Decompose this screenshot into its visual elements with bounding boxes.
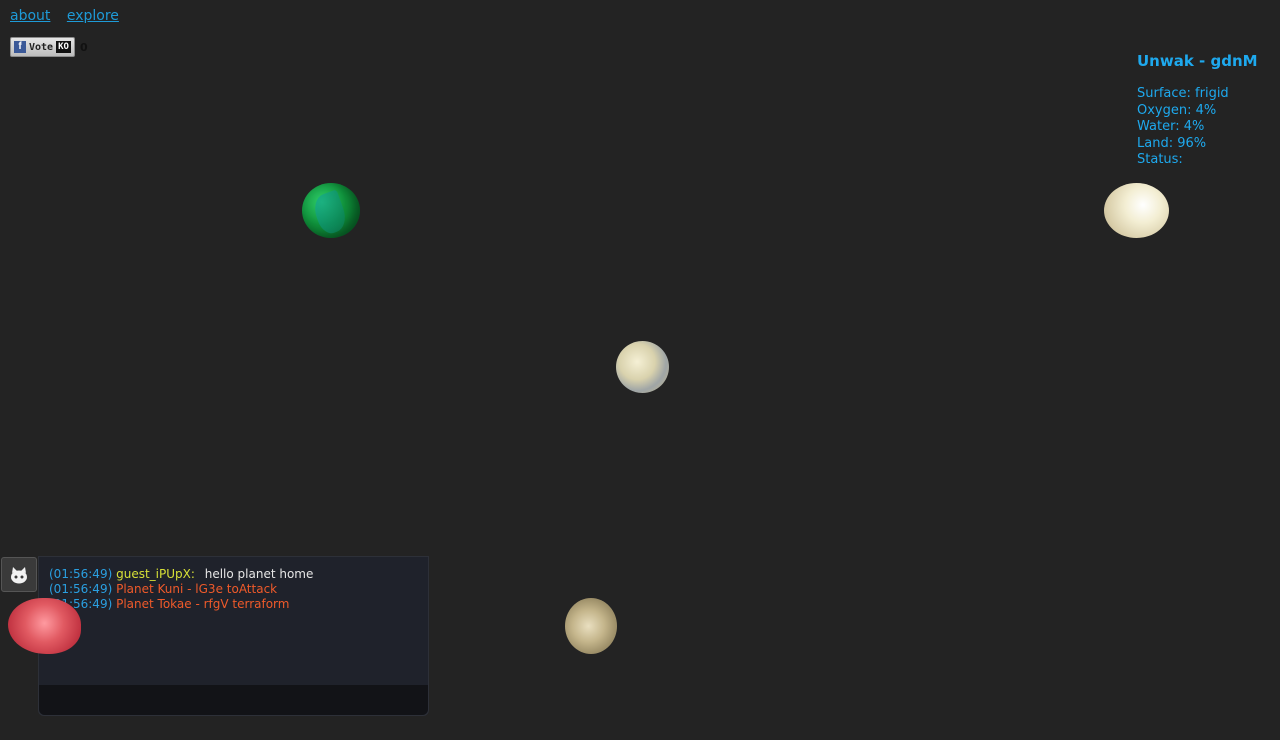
about-link[interactable]: about: [10, 8, 50, 24]
message-text: hello planet home: [204, 567, 314, 581]
message-time: (01:56:49): [49, 567, 113, 581]
planet-green[interactable]: [302, 183, 360, 238]
planet-land: Land: 96%: [1137, 135, 1207, 151]
vote-label: Vote: [29, 41, 54, 53]
planet-oxygen: Oxygen: 4%: [1137, 102, 1217, 118]
planet-red[interactable]: [8, 598, 81, 654]
planet-water: Water: 4%: [1137, 119, 1205, 134]
vote-widget: f Vote KO 0: [10, 37, 88, 57]
chat-input[interactable]: [39, 685, 428, 715]
chat-panel: (01:56:49) guest_iPUpX: hello planet hom…: [38, 556, 429, 716]
facebook-icon: f: [14, 41, 26, 53]
vote-ko-button[interactable]: f Vote KO: [10, 37, 75, 57]
chat-message: (01:56:49) guest_iPUpX: hello planet hom…: [49, 567, 418, 582]
planet-surface: Surface: frigid: [1137, 86, 1229, 101]
planet-status: Status:: [1137, 152, 1183, 167]
ko-badge: KO: [56, 41, 71, 53]
chat-log: (01:56:49) guest_iPUpX: hello planet hom…: [39, 557, 428, 612]
vote-count: 0: [79, 40, 88, 54]
planet-title: Unwak - gdnM: [1137, 52, 1258, 70]
planet-bottom[interactable]: [565, 598, 617, 654]
github-octocat-icon: [11, 566, 27, 583]
github-button[interactable]: [1, 557, 37, 592]
planet-info-panel: Unwak - gdnM Surface: frigid Oxygen: 4% …: [1137, 52, 1277, 169]
top-nav: about explore: [10, 8, 131, 24]
planet-center[interactable]: [616, 341, 669, 393]
chat-message: (01:56:49) Planet Tokae - rfgV terraform: [49, 597, 418, 612]
message-time: (01:56:49): [49, 582, 113, 596]
explore-link[interactable]: explore: [67, 8, 119, 24]
message-text: Planet Tokae - rfgV terraform: [116, 597, 290, 611]
message-user: guest_iPUpX:: [116, 567, 195, 581]
planet-white[interactable]: [1104, 183, 1169, 238]
chat-message: (01:56:49) Planet Kuni - lG3e toAttack: [49, 582, 418, 597]
message-text: Planet Kuni - lG3e toAttack: [116, 582, 278, 596]
